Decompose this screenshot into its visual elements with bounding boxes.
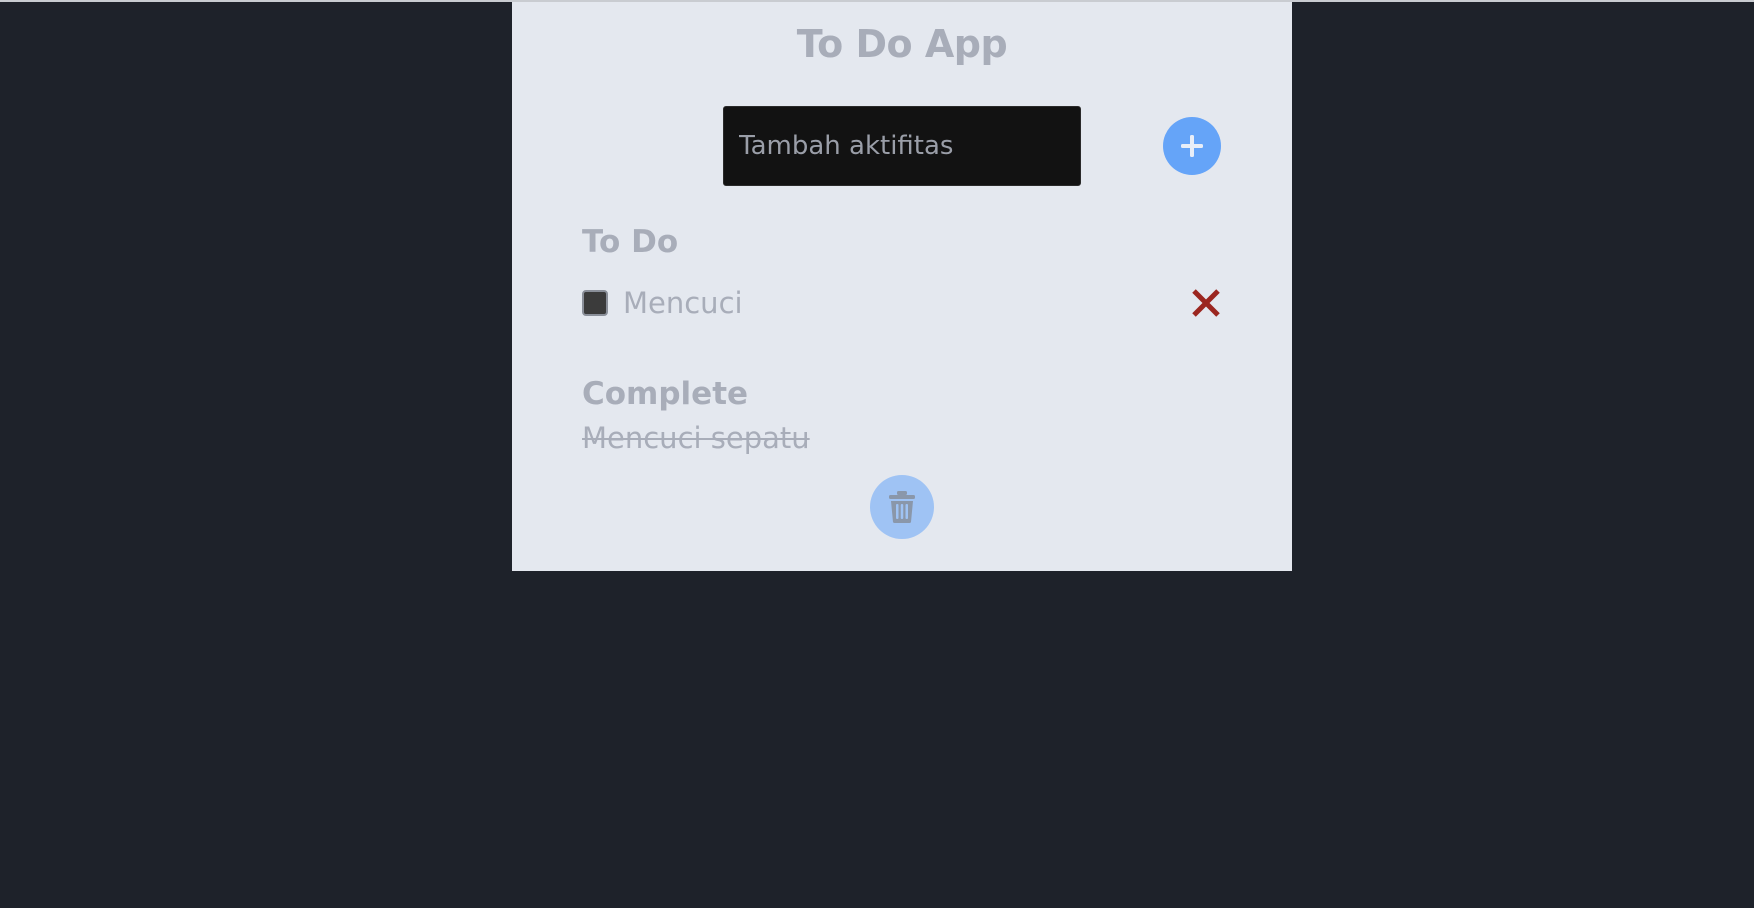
add-task-input[interactable]	[723, 106, 1081, 186]
clear-completed-button[interactable]	[870, 475, 934, 539]
todo-item-label: Mencuci	[623, 286, 743, 320]
todo-card: To Do App To Do Mencuci Complete Mencuci…	[512, 2, 1292, 571]
todo-item-checkbox[interactable]	[582, 290, 608, 316]
complete-section-heading: Complete	[582, 376, 749, 412]
page-title: To Do App	[796, 22, 1008, 66]
add-task-button[interactable]	[1163, 117, 1221, 175]
todo-section-heading: To Do	[582, 224, 679, 260]
todo-list-item: Mencuci	[582, 285, 1232, 321]
trash-icon	[889, 491, 915, 523]
completed-item-label: Mencuci sepatu	[582, 421, 810, 455]
delete-todo-button[interactable]	[1188, 285, 1224, 321]
plus-icon	[1181, 135, 1203, 157]
close-icon	[1192, 289, 1220, 317]
